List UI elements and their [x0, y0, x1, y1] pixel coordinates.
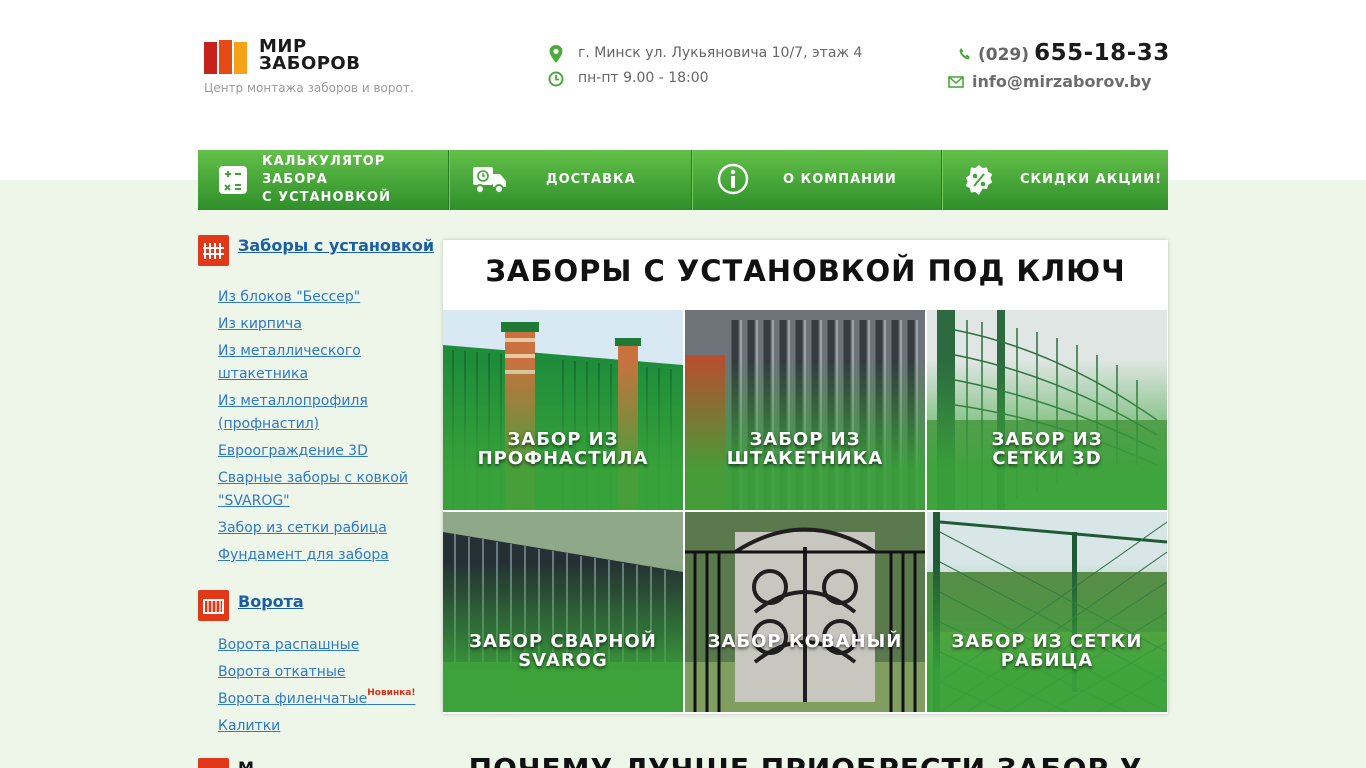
- nav-calc-line2: С УСТАНОВКОЙ: [262, 190, 391, 205]
- tile-profnastil-line1: ЗАБОР ИЗ: [507, 429, 619, 450]
- logo-text: МИР ЗАБОРОВ: [259, 38, 361, 74]
- tile-setka-3d-line2: СЕТКИ 3D: [992, 448, 1102, 469]
- sidebar-item-rabica[interactable]: Забор из сетки рабица: [218, 517, 418, 540]
- sidebar-heading-gates[interactable]: Ворота: [198, 590, 428, 622]
- nav-delivery-label: ДОСТАВКА: [546, 172, 636, 187]
- site-logo[interactable]: МИР ЗАБОРОВ: [204, 38, 394, 78]
- catalog-title: ЗАБОРЫ С УСТАНОВКОЙ ПОД КЛЮЧ: [485, 254, 1126, 288]
- logo-line2: ЗАБОРОВ: [259, 53, 361, 74]
- tile-rabica-line2: РАБИЦА: [1000, 650, 1094, 671]
- tile-kovany-line1: ЗАБОР КОВАНЫЙ: [707, 631, 903, 652]
- hours-text: пн-пт 9.00 - 18:00: [578, 70, 709, 86]
- sidebar-item-brick[interactable]: Из кирпича: [218, 313, 418, 336]
- sidebar-item-svarog[interactable]: Сварные заборы с ковкой "SVAROG": [218, 467, 418, 513]
- nav-discounts-label: СКИДКИ АКЦИИ!: [1020, 172, 1163, 187]
- forged-fence-image: [685, 512, 925, 712]
- nav-calculator[interactable]: КАЛЬКУЛЯТОР ЗАБОРА С УСТАНОВКОЙ: [198, 150, 449, 210]
- sidebar-title-third: М: [238, 758, 254, 768]
- category-icon: [198, 758, 229, 768]
- clock-icon: [548, 71, 564, 87]
- tile-kovany[interactable]: ЗАБОР КОВАНЫЙ: [685, 512, 925, 712]
- sidebar-item-besser[interactable]: Из блоков "Бессер": [218, 286, 418, 309]
- sidebar-item-sliding-gates[interactable]: Ворота откатные: [218, 661, 418, 684]
- sidebar-item-foundation[interactable]: Фундамент для забора: [218, 544, 418, 567]
- mesh-3d-fence-image: [927, 310, 1167, 510]
- sidebar-item-panel-gates[interactable]: Ворота филенчатыеНовинка!: [218, 688, 418, 711]
- address-text: г. Минск ул. Лукьяновича 10/7, этаж 4: [578, 45, 863, 61]
- sidebar-heading-fences[interactable]: Заборы с установкой: [198, 235, 434, 267]
- sidebar-title-gates: Ворота: [238, 592, 304, 611]
- main-nav: КАЛЬКУЛЯТОР ЗАБОРА С УСТАНОВКОЙ ДОСТАВКА…: [198, 150, 1168, 210]
- fences-catalog-card: ЗАБОРЫ С УСТАНОВКОЙ ПОД КЛЮЧ ЗАБОР ИЗ ПР…: [443, 240, 1168, 714]
- phone-icon: [959, 48, 970, 60]
- nav-about[interactable]: О КОМПАНИИ: [692, 150, 942, 210]
- tile-rabica[interactable]: ЗАБОР ИЗ СЕТКИ РАБИЦА: [927, 512, 1167, 712]
- tile-svarog[interactable]: ЗАБОР СВАРНОЙ SVAROG: [443, 512, 683, 712]
- calculator-icon: [219, 166, 247, 194]
- sidebar-title-fences: Заборы с установкой: [238, 236, 435, 255]
- percent-icon: [965, 165, 993, 195]
- phone-code: (029): [978, 45, 1030, 65]
- tile-shtaketnik-line2: ШТАКЕТНИКА: [726, 448, 884, 469]
- picket-fence-image: [685, 310, 925, 510]
- new-badge: Новинка!: [367, 688, 416, 698]
- info-icon: [717, 163, 749, 195]
- fence-icon: [198, 235, 229, 266]
- tile-profnastil-line2: ПРОФНАСТИЛА: [477, 448, 649, 469]
- tile-svarog-line1: ЗАБОР СВАРНОЙ: [469, 631, 657, 652]
- welded-fence-image: [443, 512, 683, 712]
- map-pin-icon: [549, 45, 563, 63]
- tile-setka-3d[interactable]: ЗАБОР ИЗ СЕТКИ 3D: [927, 310, 1167, 510]
- why-us-heading: ПОЧЕМУ ЛУЧШЕ ПРИОБРЕСТИ ЗАБОР У: [443, 752, 1168, 768]
- chain-link-fence-image: [927, 512, 1167, 712]
- envelope-icon: [948, 76, 964, 88]
- sidebar-item-wickets[interactable]: Калитки: [218, 715, 418, 738]
- logo-tagline: Центр монтажа заборов и ворот.: [204, 81, 414, 95]
- sidebar-heading-third[interactable]: М: [198, 758, 428, 768]
- tile-profnastil[interactable]: ЗАБОР ИЗ ПРОФНАСТИЛА: [443, 310, 683, 510]
- tile-rabica-line1: ЗАБОР ИЗ СЕТКИ: [951, 631, 1143, 652]
- email-link[interactable]: info@mirzaborov.by: [948, 72, 1151, 91]
- nav-calc-line1: КАЛЬКУЛЯТОР ЗАБОРА: [262, 154, 386, 187]
- nav-delivery[interactable]: ДОСТАВКА: [449, 150, 692, 210]
- tile-setka-3d-line1: ЗАБОР ИЗ: [991, 429, 1103, 450]
- sidebar-item-panel-gates-label: Ворота филенчатые: [218, 691, 368, 707]
- nav-about-label: О КОМПАНИИ: [783, 172, 897, 187]
- phone-number: 655-18-33: [1034, 40, 1170, 66]
- sidebar-item-swing-gates[interactable]: Ворота распашные: [218, 634, 418, 657]
- tile-shtaketnik[interactable]: ЗАБОР ИЗ ШТАКЕТНИКА: [685, 310, 925, 510]
- sidebar-item-metal-picket[interactable]: Из металлического штакетника: [218, 340, 418, 386]
- sidebar-item-profnastil[interactable]: Из металлопрофиля (профнастил): [218, 390, 418, 436]
- tile-shtaketnik-line1: ЗАБОР ИЗ: [749, 429, 861, 450]
- tile-svarog-line2: SVAROG: [518, 650, 608, 671]
- phone-link[interactable]: (029) 655-18-33: [958, 40, 1170, 66]
- gate-icon: [198, 590, 229, 621]
- sidebar-item-euro-3d[interactable]: Евроограждение 3D: [218, 440, 418, 463]
- truck-icon: [473, 167, 506, 194]
- email-text: info@mirzaborov.by: [972, 72, 1152, 91]
- nav-discounts[interactable]: СКИДКИ АКЦИИ!: [942, 150, 1168, 210]
- logo-mark-icon: [204, 38, 248, 74]
- profnastil-fence-image: [443, 310, 683, 510]
